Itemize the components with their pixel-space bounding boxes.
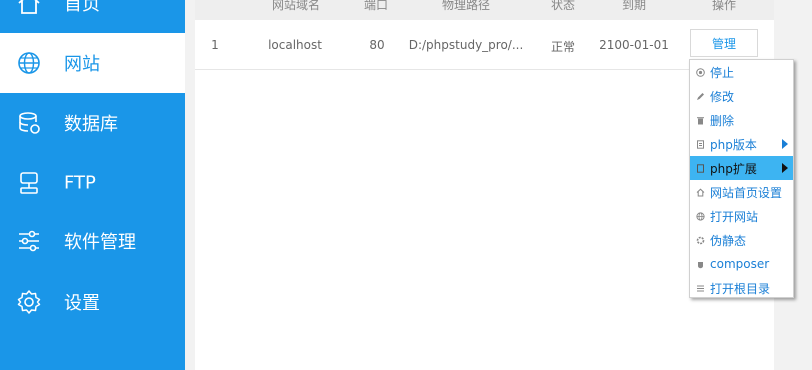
php-version-icon (695, 139, 705, 149)
sliders-icon (16, 228, 42, 254)
rewrite-icon (695, 235, 705, 245)
menu-item-open-root[interactable]: 打开根目录 (690, 276, 793, 300)
sidebar-item-label: FTP (64, 172, 96, 194)
menu-item-label: php扩展 (710, 161, 757, 176)
globe-small-icon (695, 211, 705, 221)
context-menu: 停止 修改 删除 php版本 php扩展 网站首页设置 打开网站 伪静态 com… (689, 59, 794, 298)
trash-icon (695, 115, 705, 125)
menu-item-rewrite[interactable]: 伪静态 (690, 228, 793, 252)
submenu-arrow-icon (782, 139, 788, 149)
menu-item-php-extension[interactable]: php扩展 (690, 156, 793, 180)
sidebar-item-ftp[interactable]: FTP (0, 153, 185, 213)
composer-icon (695, 259, 705, 269)
column-header-status: 状态 (550, 0, 576, 12)
sidebar-item-home[interactable]: 首页 (0, 0, 185, 33)
globe-icon (16, 50, 42, 76)
stop-icon (695, 67, 705, 77)
row-expiry: 2100-01-01 (599, 38, 669, 52)
menu-item-label: 修改 (710, 89, 735, 104)
home-icon (16, 0, 42, 16)
ftp-icon (16, 170, 42, 196)
menu-item-label: 打开根目录 (710, 281, 771, 296)
menu-item-label: 打开网站 (710, 209, 759, 224)
menu-item-label: 网站首页设置 (710, 185, 783, 200)
database-icon (16, 110, 42, 136)
edit-icon (695, 91, 705, 101)
sidebar-item-software[interactable]: 软件管理 (0, 211, 185, 271)
sidebar-item-label: 软件管理 (64, 232, 136, 253)
menu-item-label: 伪静态 (710, 233, 747, 248)
column-header-path: 物理路径 (441, 0, 491, 12)
menu-item-composer[interactable]: composer (690, 252, 793, 276)
column-header-domain: 网站域名 (271, 0, 321, 12)
sidebar-item-label: 首页 (64, 0, 100, 15)
manage-button[interactable]: 管理 (690, 29, 758, 57)
sidebar-item-label: 设置 (64, 293, 100, 314)
menu-item-homepage-settings[interactable]: 网站首页设置 (690, 180, 793, 204)
menu-item-edit[interactable]: 修改 (690, 84, 793, 108)
row-port: 80 (369, 38, 385, 52)
menu-item-stop[interactable]: 停止 (690, 60, 793, 84)
sidebar-item-label: 网站 (64, 54, 100, 75)
home-small-icon (695, 187, 705, 197)
menu-item-open-website[interactable]: 打开网站 (690, 204, 793, 228)
sidebar-item-database[interactable]: 数据库 (0, 93, 185, 153)
column-header-expiry: 到期 (621, 0, 647, 12)
scrollbar[interactable] (795, 0, 812, 370)
folder-list-icon (695, 283, 705, 293)
sidebar-item-label: 数据库 (64, 114, 118, 135)
row-domain: localhost (268, 38, 322, 52)
menu-item-delete[interactable]: 删除 (690, 108, 793, 132)
row-index: 1 (211, 38, 219, 52)
menu-item-label: 删除 (710, 113, 735, 128)
gear-icon (16, 289, 42, 315)
menu-item-label: composer (710, 257, 770, 271)
menu-item-label: 停止 (710, 65, 735, 80)
sidebar-item-website[interactable]: 网站 (0, 33, 185, 93)
php-extension-icon (695, 163, 705, 173)
column-header-action: 操作 (711, 0, 737, 12)
row-path: D:/phpstudy_pro/... (408, 38, 524, 52)
sidebar-item-settings[interactable]: 设置 (0, 272, 185, 332)
sidebar: 首页 网站 数据库 FTP 软件管理 设置 (0, 0, 185, 370)
submenu-arrow-icon (782, 163, 788, 173)
menu-item-label: php版本 (710, 137, 757, 152)
column-header-port: 端口 (363, 0, 389, 12)
menu-item-php-version[interactable]: php版本 (690, 132, 793, 156)
row-status: 正常 (550, 40, 576, 54)
